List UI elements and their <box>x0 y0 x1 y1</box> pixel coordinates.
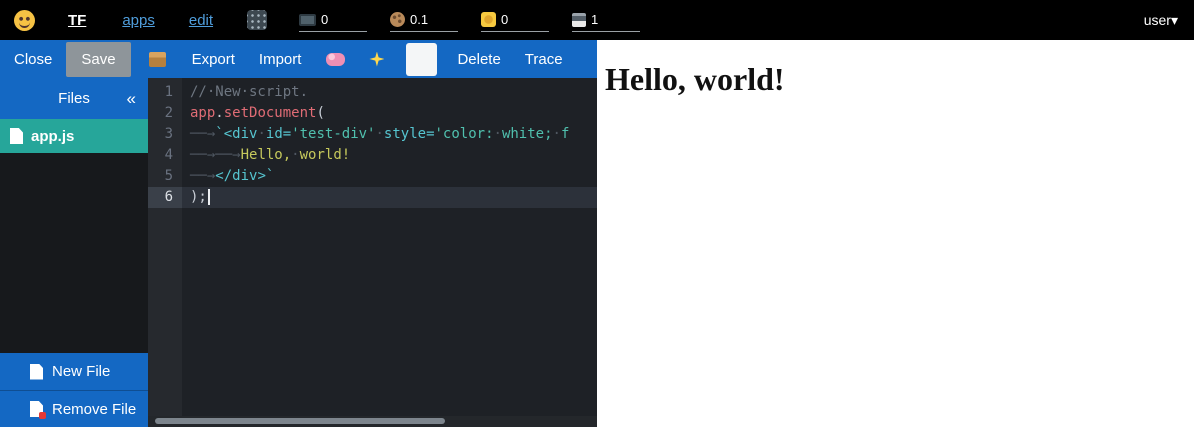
rendered-output-panel: Hello, world! <box>597 40 1194 427</box>
empty-button[interactable] <box>406 43 437 76</box>
coin-stat-value: 0 <box>501 12 508 27</box>
code-line-content[interactable]: ──→──→Hello,·world! <box>182 145 597 166</box>
code-line[interactable]: 5──→</div>` <box>148 166 597 187</box>
code-line-content[interactable]: ──→</div>` <box>182 166 597 187</box>
monitor-stat-value: 0 <box>321 12 328 27</box>
code-editor[interactable]: 1//·New·script.2app.setDocument(3──→`<di… <box>148 78 597 427</box>
horizontal-scrollbar-thumb[interactable] <box>155 418 445 424</box>
tf-home-link[interactable]: TF <box>68 12 86 29</box>
soap-button[interactable] <box>326 53 345 66</box>
package-button[interactable] <box>149 52 166 67</box>
edit-link[interactable]: edit <box>189 12 213 29</box>
floppy-stat-value: 1 <box>591 12 598 27</box>
new-file-icon <box>30 364 43 380</box>
line-number: 5 <box>148 166 182 187</box>
package-icon <box>149 52 166 67</box>
code-area[interactable]: 1//·New·script.2app.setDocument(3──→`<di… <box>148 78 597 208</box>
ide-panel: Close Save Export Import Delete Trace Fi… <box>0 40 597 427</box>
code-line-content[interactable]: ); <box>182 187 597 208</box>
cookie-stat-value: 0.1 <box>410 12 428 27</box>
cookie-icon <box>390 12 405 27</box>
code-line[interactable]: 1//·New·script. <box>148 82 597 103</box>
close-button[interactable]: Close <box>14 51 52 68</box>
file-list-empty-area <box>0 153 148 353</box>
new-file-label: New File <box>52 363 110 380</box>
cookie-stat-field[interactable]: 0.1 <box>390 8 458 32</box>
remove-file-button[interactable]: Remove File <box>0 390 148 427</box>
file-item-label: app.js <box>31 128 74 145</box>
monitor-stat-field[interactable]: 0 <box>299 8 367 32</box>
import-button[interactable]: Import <box>259 51 302 68</box>
floppy-icon <box>572 13 586 27</box>
code-line-content[interactable]: ──→`<div·id='test-div'·style='color:·whi… <box>182 124 597 145</box>
content-area: Close Save Export Import Delete Trace Fi… <box>0 40 1194 427</box>
coin-icon <box>481 12 496 27</box>
new-file-button[interactable]: New File <box>0 353 148 390</box>
code-line-content[interactable]: app.setDocument( <box>182 103 597 124</box>
horizontal-scrollbar-track[interactable] <box>148 416 597 427</box>
code-line[interactable]: 2app.setDocument( <box>148 103 597 124</box>
file-item-appjs[interactable]: app.js <box>0 119 148 153</box>
files-sidebar: Files « app.js New File Remove File <box>0 78 148 427</box>
user-menu[interactable]: user▾ <box>1144 12 1178 29</box>
line-number: 3 <box>148 124 182 145</box>
apps-link[interactable]: apps <box>122 12 155 29</box>
line-number: 2 <box>148 103 182 124</box>
editor-toolbar: Close Save Export Import Delete Trace <box>0 40 597 78</box>
smiley-logo-icon[interactable] <box>14 10 35 31</box>
line-number: 6 <box>148 187 182 208</box>
sparkle-button[interactable] <box>369 52 384 67</box>
code-line[interactable]: 3──→`<div·id='test-div'·style='color:·wh… <box>148 124 597 145</box>
output-heading: Hello, world! <box>605 61 1194 98</box>
export-button[interactable]: Export <box>192 51 235 68</box>
trace-button[interactable]: Trace <box>525 51 563 68</box>
line-number: 4 <box>148 145 182 166</box>
collapse-sidebar-button[interactable]: « <box>127 89 136 109</box>
delete-button[interactable]: Delete <box>457 51 500 68</box>
remove-file-label: Remove File <box>52 401 136 418</box>
line-number: 1 <box>148 82 182 103</box>
code-line[interactable]: 6); <box>148 187 597 208</box>
top-bar: TF apps edit 0 0.1 0 1 user▾ <box>0 0 1194 40</box>
text-cursor <box>208 189 210 205</box>
remove-file-icon <box>30 401 43 417</box>
keypad-icon[interactable] <box>247 10 267 30</box>
workspace: Files « app.js New File Remove File <box>0 78 597 427</box>
sparkles-icon <box>369 52 384 67</box>
file-icon <box>10 128 23 144</box>
files-panel-title: Files <box>58 90 90 107</box>
save-button[interactable]: Save <box>66 42 130 77</box>
files-panel-header: Files « <box>0 78 148 119</box>
code-line[interactable]: 4──→──→Hello,·world! <box>148 145 597 166</box>
coin-stat-field[interactable]: 0 <box>481 8 549 32</box>
floppy-stat-field[interactable]: 1 <box>572 8 640 32</box>
code-line-content[interactable]: //·New·script. <box>182 82 597 103</box>
monitor-icon <box>299 14 316 26</box>
soap-icon <box>326 53 345 66</box>
